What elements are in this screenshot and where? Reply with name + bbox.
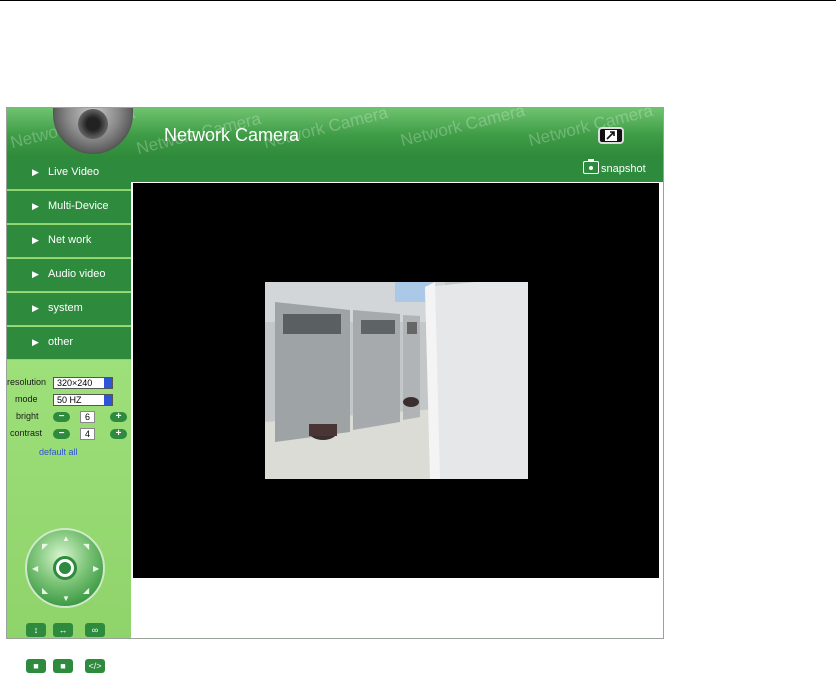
contrast-label: contrast [10, 428, 43, 438]
code-icon[interactable]: </> [85, 659, 105, 673]
ptz-left-icon[interactable]: ◀ [32, 564, 38, 573]
play-arrow-icon: ▶ [32, 235, 39, 245]
ptz-joystick[interactable]: ▲ ▼ ◀ ▶ ◤ ◥ ◣ ◢ [25, 528, 105, 608]
resolution-label: resolution [7, 377, 47, 387]
mode-label: mode [15, 394, 38, 404]
contrast-decrease-button[interactable]: − [53, 429, 70, 439]
office-scene-image [265, 282, 528, 479]
ptz-down-left-icon[interactable]: ◣ [42, 586, 48, 595]
play-arrow-icon: ▶ [32, 337, 39, 347]
sidebar-item-live-video[interactable]: ▶ Live Video [7, 157, 131, 190]
cruise-icon[interactable]: ∞ [85, 623, 105, 637]
ptz-center-button[interactable] [53, 556, 77, 580]
sidebar-item-multi-device[interactable]: ▶ Multi-Device [7, 191, 131, 224]
sidebar-item-label: Audio video [48, 268, 106, 280]
sidebar-item-network[interactable]: ▶ Net work [7, 225, 131, 258]
mode-select[interactable]: 50 HZ [53, 394, 113, 406]
sidebar-item-label: Multi-Device [48, 200, 109, 212]
sidebar-item-label: other [48, 336, 74, 348]
ptz-down-right-icon[interactable]: ◢ [83, 586, 89, 595]
live-video-area [133, 183, 659, 578]
sidebar-item-audio-video[interactable]: ▶ Audio video [7, 259, 131, 292]
sidebar-item-system[interactable]: ▶ system [7, 293, 131, 326]
bright-increase-button[interactable]: + [110, 412, 127, 422]
play-arrow-icon: ▶ [32, 201, 39, 211]
play-arrow-icon: ▶ [32, 269, 39, 279]
ptz-up-right-icon[interactable]: ◥ [83, 542, 89, 551]
sidebar-item-label: Live Video [48, 166, 100, 178]
sidebar: ▶ Live Video ▶ Multi-Device ▶ Net work ▶… [7, 157, 131, 673]
sidebar-item-label: system [48, 302, 83, 314]
app-title: Network Camera [164, 125, 300, 145]
header-watermark: Network Camera [398, 108, 527, 151]
camera-app-window: Network Camera Network Camera Network Ca… [6, 107, 664, 673]
default-all-link[interactable]: default all [39, 447, 78, 457]
mirror-horizontal-icon[interactable]: ↔ [53, 623, 73, 637]
play-arrow-icon: ▶ [32, 303, 39, 313]
ptz-up-left-icon[interactable]: ◤ [42, 542, 48, 551]
stop-icon[interactable]: ■ [26, 659, 46, 673]
video-toolbar: snapshot [131, 157, 663, 182]
page-top-rule [0, 0, 836, 1]
resolution-value: 320×240 [57, 378, 93, 388]
resolution-select[interactable]: 320×240 [53, 377, 113, 389]
stop-icon[interactable]: ■ [53, 659, 73, 673]
header-watermark: Network Camera [526, 108, 655, 151]
bright-label: bright [16, 411, 39, 421]
play-arrow-icon: ▶ [32, 167, 39, 177]
sidebar-item-other[interactable]: ▶ other [7, 327, 131, 360]
fullscreen-icon[interactable] [598, 127, 624, 144]
ptz-down-icon[interactable]: ▼ [62, 594, 70, 603]
spinner-icon [104, 378, 112, 388]
contrast-value: 4 [80, 428, 95, 440]
ptz-right-icon[interactable]: ▶ [93, 564, 99, 573]
spinner-icon [104, 395, 112, 405]
app-header: Network Camera Network Camera Network Ca… [7, 108, 663, 157]
contrast-increase-button[interactable]: + [110, 429, 127, 439]
snapshot-button[interactable]: snapshot [601, 163, 646, 175]
snapshot-camera-icon[interactable] [583, 159, 599, 174]
bright-decrease-button[interactable]: − [53, 412, 70, 422]
sidebar-item-label: Net work [48, 234, 92, 246]
camera-dome-logo [53, 108, 133, 154]
bright-value: 6 [80, 411, 95, 423]
ptz-up-icon[interactable]: ▲ [62, 534, 70, 543]
mode-value: 50 HZ [57, 395, 82, 405]
flip-vertical-icon[interactable]: ↕ [26, 623, 46, 637]
video-frame [265, 282, 528, 479]
